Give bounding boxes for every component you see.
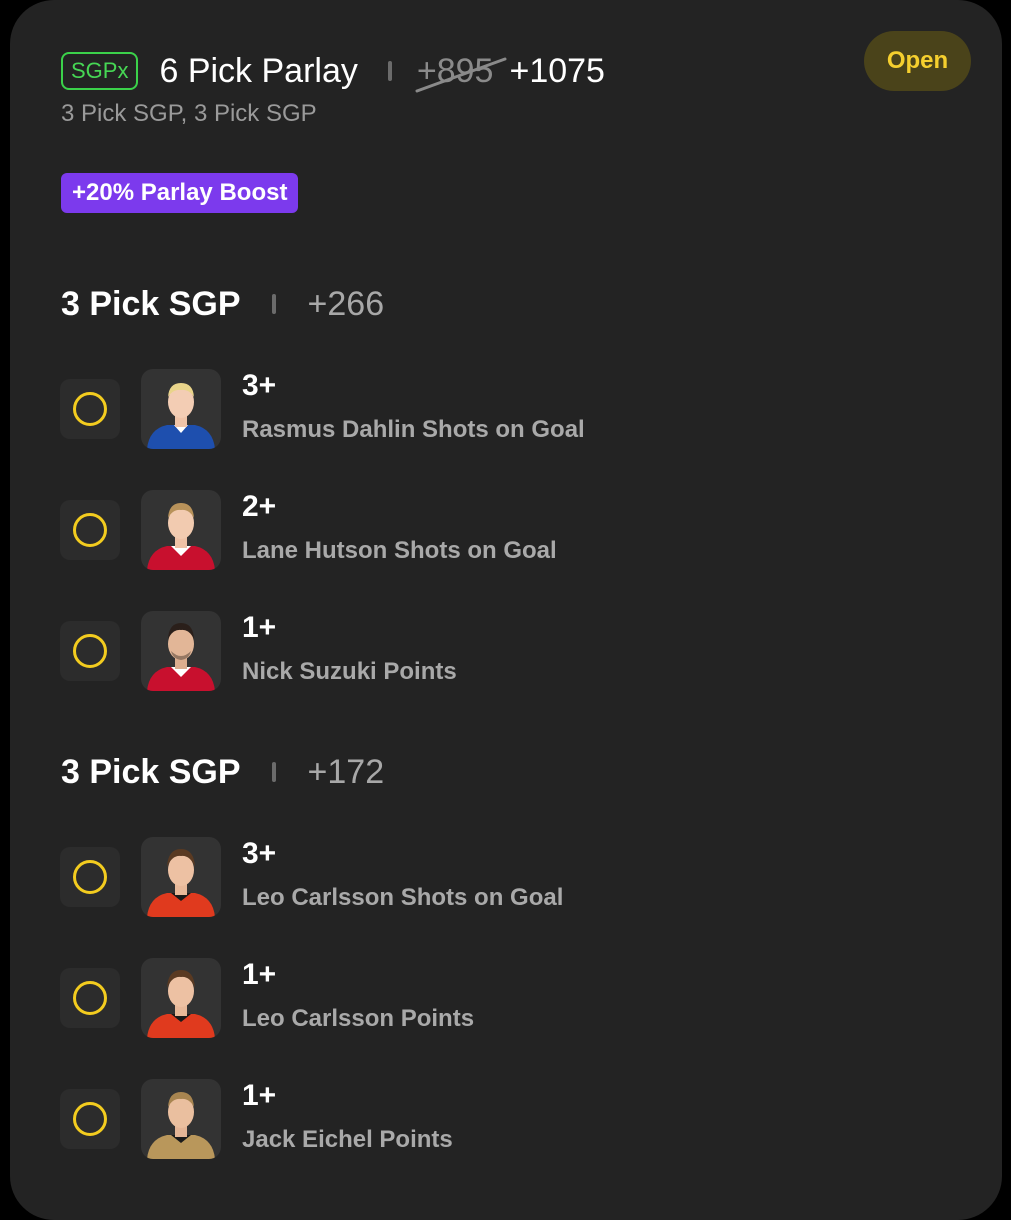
pending-circle-icon	[73, 860, 107, 894]
pick-row[interactable]: 3+ Leo Carlsson Shots on Goal	[60, 837, 960, 919]
pick-line: 1+	[242, 958, 277, 991]
pick-line: 1+	[242, 1079, 277, 1112]
player-avatar	[141, 1079, 221, 1159]
pick-description: Leo Carlsson Shots on Goal	[242, 884, 564, 911]
pick-line: 1+	[242, 611, 277, 644]
parlay-card[interactable]: SGPx 6 Pick Parlay +895 +1075 3 Pick SGP…	[10, 0, 1002, 1220]
pick-row[interactable]: 3+ Rasmus Dahlin Shots on Goal	[60, 369, 960, 451]
player-avatar	[141, 490, 221, 570]
pick-row[interactable]: 2+ Lane Hutson Shots on Goal	[60, 490, 960, 572]
divider	[387, 61, 392, 81]
divider	[271, 762, 276, 782]
player-avatar	[141, 369, 221, 449]
pick-line: 3+	[242, 837, 277, 870]
player-avatar	[141, 958, 221, 1038]
pick-status	[60, 621, 120, 681]
section-title: 3 Pick SGP	[61, 752, 241, 791]
pick-description: Nick Suzuki Points	[242, 658, 457, 685]
pick-description: Rasmus Dahlin Shots on Goal	[242, 416, 585, 443]
section-odds: +172	[307, 752, 385, 791]
divider	[271, 294, 276, 314]
parlay-subtitle: 3 Pick SGP, 3 Pick SGP	[61, 100, 317, 127]
strikethrough-line	[415, 57, 507, 92]
pick-line: 2+	[242, 490, 277, 523]
sgp-section-header: 3 Pick SGP +172	[61, 751, 384, 793]
player-avatar	[141, 837, 221, 917]
pick-line: 3+	[242, 369, 277, 402]
pick-description: Jack Eichel Points	[242, 1126, 453, 1153]
pending-circle-icon	[73, 981, 107, 1015]
pending-circle-icon	[73, 392, 107, 426]
section-title: 3 Pick SGP	[61, 284, 241, 323]
sgpx-badge: SGPx	[61, 52, 139, 90]
pick-status	[60, 847, 120, 907]
pick-status	[60, 379, 120, 439]
pick-description: Lane Hutson Shots on Goal	[242, 537, 557, 564]
pick-row[interactable]: 1+ Jack Eichel Points	[60, 1079, 960, 1161]
section-odds: +266	[307, 284, 385, 323]
pick-row[interactable]: 1+ Leo Carlsson Points	[60, 958, 960, 1040]
pending-circle-icon	[73, 513, 107, 547]
parlay-header: SGPx 6 Pick Parlay +895 +1075	[61, 50, 605, 92]
pick-status	[60, 1089, 120, 1149]
pick-description: Leo Carlsson Points	[242, 1005, 475, 1032]
sgp-section-header: 3 Pick SGP +266	[61, 283, 384, 325]
pending-circle-icon	[73, 1102, 107, 1136]
original-odds: +895	[415, 52, 507, 92]
pick-row[interactable]: 1+ Nick Suzuki Points	[60, 611, 960, 693]
player-avatar	[141, 611, 221, 691]
parlay-boost-badge: +20% Parlay Boost	[61, 173, 299, 213]
pending-circle-icon	[73, 634, 107, 668]
boosted-odds: +1075	[509, 51, 605, 90]
pick-status	[60, 500, 120, 560]
status-open-button[interactable]: Open	[864, 31, 971, 91]
parlay-title: 6 Pick Parlay	[159, 51, 358, 90]
pick-status	[60, 968, 120, 1028]
